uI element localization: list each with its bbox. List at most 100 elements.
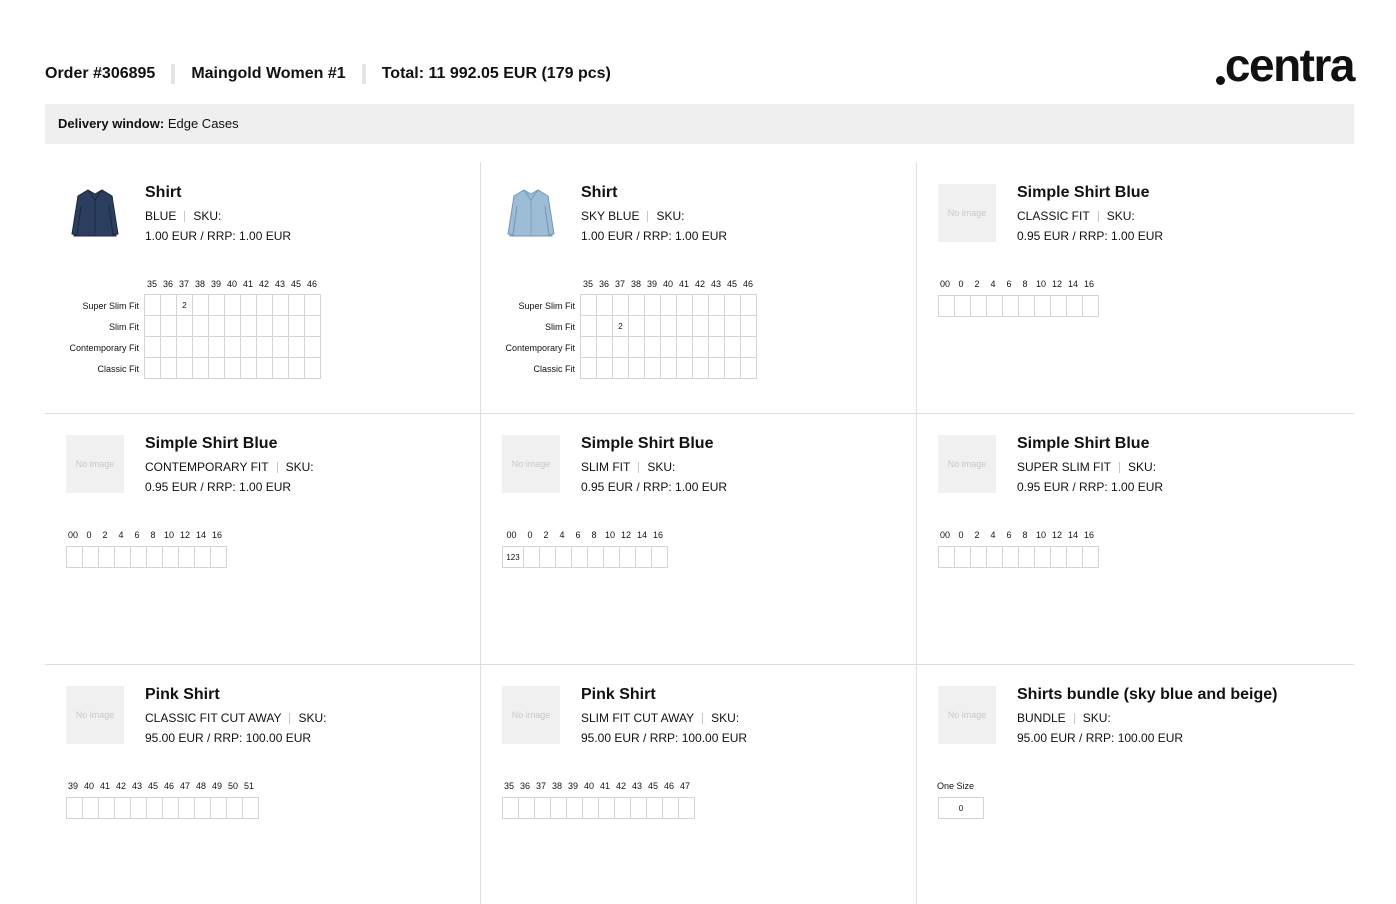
quantity-cell[interactable] bbox=[130, 546, 147, 568]
quantity-cell[interactable] bbox=[176, 336, 193, 358]
quantity-cell[interactable] bbox=[178, 546, 195, 568]
quantity-cell[interactable] bbox=[304, 315, 321, 337]
quantity-cell[interactable] bbox=[740, 336, 757, 358]
quantity-cell[interactable] bbox=[550, 797, 567, 819]
quantity-cell[interactable] bbox=[580, 357, 597, 379]
quantity-cell[interactable] bbox=[66, 797, 83, 819]
quantity-cell[interactable] bbox=[587, 546, 604, 568]
quantity-cell[interactable] bbox=[580, 336, 597, 358]
quantity-cell[interactable] bbox=[272, 294, 289, 316]
quantity-cell[interactable] bbox=[208, 294, 225, 316]
quantity-cell[interactable] bbox=[288, 294, 305, 316]
quantity-cell[interactable] bbox=[240, 357, 257, 379]
quantity-cell[interactable] bbox=[160, 357, 177, 379]
quantity-cell[interactable] bbox=[580, 294, 597, 316]
quantity-cell[interactable] bbox=[178, 797, 195, 819]
quantity-cell[interactable] bbox=[614, 797, 631, 819]
quantity-cell[interactable] bbox=[603, 546, 620, 568]
quantity-cell[interactable] bbox=[692, 357, 709, 379]
quantity-cell[interactable] bbox=[130, 797, 147, 819]
quantity-cell[interactable] bbox=[192, 336, 209, 358]
quantity-cell[interactable] bbox=[288, 315, 305, 337]
quantity-cell[interactable] bbox=[740, 294, 757, 316]
quantity-cell[interactable] bbox=[646, 797, 663, 819]
quantity-cell[interactable] bbox=[240, 315, 257, 337]
quantity-cell[interactable] bbox=[1066, 295, 1083, 317]
quantity-cell[interactable] bbox=[224, 357, 241, 379]
quantity-cell[interactable] bbox=[160, 336, 177, 358]
quantity-cell[interactable] bbox=[644, 315, 661, 337]
quantity-cell[interactable] bbox=[676, 294, 693, 316]
quantity-cell[interactable] bbox=[644, 336, 661, 358]
quantity-cell[interactable]: 2 bbox=[612, 315, 629, 337]
quantity-cell[interactable] bbox=[660, 315, 677, 337]
quantity-cell[interactable] bbox=[612, 357, 629, 379]
quantity-cell[interactable] bbox=[272, 315, 289, 337]
quantity-cell[interactable] bbox=[194, 797, 211, 819]
quantity-cell[interactable] bbox=[304, 336, 321, 358]
quantity-cell[interactable] bbox=[256, 315, 273, 337]
quantity-cell[interactable] bbox=[938, 546, 955, 568]
quantity-cell[interactable] bbox=[1034, 295, 1051, 317]
quantity-cell[interactable] bbox=[194, 546, 211, 568]
quantity-cell[interactable] bbox=[146, 546, 163, 568]
quantity-cell[interactable] bbox=[986, 546, 1003, 568]
quantity-cell[interactable] bbox=[635, 546, 652, 568]
quantity-cell[interactable] bbox=[1002, 546, 1019, 568]
quantity-cell[interactable] bbox=[582, 797, 599, 819]
quantity-cell[interactable] bbox=[596, 294, 613, 316]
quantity-cell[interactable] bbox=[144, 294, 161, 316]
quantity-cell[interactable] bbox=[970, 546, 987, 568]
quantity-cell[interactable] bbox=[98, 546, 115, 568]
quantity-cell[interactable] bbox=[596, 357, 613, 379]
quantity-cell[interactable] bbox=[630, 797, 647, 819]
quantity-cell[interactable] bbox=[114, 797, 131, 819]
quantity-cell[interactable] bbox=[146, 797, 163, 819]
quantity-cell[interactable] bbox=[598, 797, 615, 819]
quantity-cell[interactable] bbox=[160, 294, 177, 316]
quantity-cell[interactable] bbox=[740, 357, 757, 379]
quantity-cell[interactable] bbox=[596, 315, 613, 337]
quantity-cell[interactable] bbox=[708, 357, 725, 379]
quantity-cell[interactable] bbox=[678, 797, 695, 819]
quantity-cell[interactable] bbox=[970, 295, 987, 317]
quantity-cell[interactable] bbox=[192, 357, 209, 379]
quantity-cell[interactable]: 0 bbox=[938, 797, 984, 819]
quantity-cell[interactable] bbox=[242, 797, 259, 819]
quantity-cell[interactable] bbox=[144, 357, 161, 379]
quantity-cell[interactable] bbox=[272, 357, 289, 379]
quantity-cell[interactable] bbox=[176, 357, 193, 379]
quantity-cell[interactable] bbox=[1066, 546, 1083, 568]
quantity-cell[interactable] bbox=[954, 295, 971, 317]
quantity-cell[interactable] bbox=[82, 546, 99, 568]
quantity-cell[interactable] bbox=[304, 357, 321, 379]
quantity-cell[interactable] bbox=[256, 357, 273, 379]
quantity-cell[interactable] bbox=[144, 336, 161, 358]
quantity-cell[interactable] bbox=[660, 294, 677, 316]
quantity-cell[interactable] bbox=[288, 336, 305, 358]
quantity-cell[interactable] bbox=[724, 357, 741, 379]
quantity-cell[interactable] bbox=[98, 797, 115, 819]
quantity-cell[interactable] bbox=[1018, 295, 1035, 317]
quantity-cell[interactable] bbox=[580, 315, 597, 337]
quantity-cell[interactable] bbox=[224, 315, 241, 337]
quantity-cell[interactable] bbox=[724, 294, 741, 316]
quantity-cell[interactable] bbox=[162, 546, 179, 568]
quantity-cell[interactable] bbox=[210, 546, 227, 568]
quantity-cell[interactable]: 2 bbox=[176, 294, 193, 316]
quantity-cell[interactable] bbox=[160, 315, 177, 337]
quantity-cell[interactable] bbox=[692, 294, 709, 316]
quantity-cell[interactable] bbox=[1050, 295, 1067, 317]
quantity-cell[interactable] bbox=[628, 336, 645, 358]
quantity-cell[interactable] bbox=[954, 546, 971, 568]
quantity-cell[interactable] bbox=[82, 797, 99, 819]
quantity-cell[interactable] bbox=[224, 336, 241, 358]
quantity-cell[interactable] bbox=[676, 336, 693, 358]
quantity-cell[interactable] bbox=[192, 294, 209, 316]
quantity-cell[interactable] bbox=[304, 294, 321, 316]
quantity-cell[interactable] bbox=[162, 797, 179, 819]
quantity-cell[interactable] bbox=[1082, 546, 1099, 568]
quantity-cell[interactable] bbox=[628, 357, 645, 379]
quantity-cell[interactable] bbox=[1082, 295, 1099, 317]
quantity-cell[interactable] bbox=[571, 546, 588, 568]
